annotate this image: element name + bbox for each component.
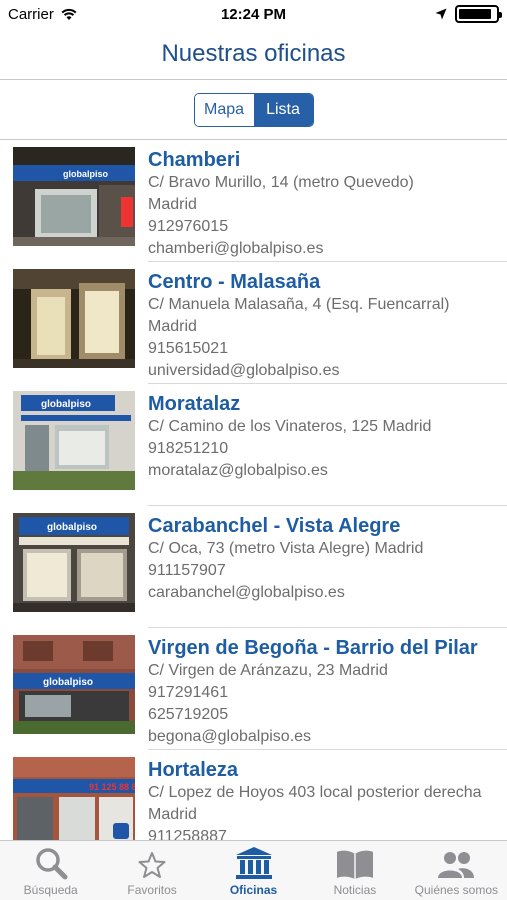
- carrier-label: Carrier: [8, 5, 54, 23]
- office-address: C/ Oca, 73 (metro Vista Alegre) Madrid: [148, 540, 424, 557]
- svg-text:91 125 88 87: 91 125 88 87: [89, 782, 135, 792]
- tab-bar: Búsqueda Favoritos Oficinas Noticias Qui…: [0, 840, 507, 900]
- office-row[interactable]: globalpiso Moratalaz C/ Camino de los Vi…: [0, 384, 507, 506]
- office-info: Centro - Malasaña C/ Manuela Malasaña, 4…: [148, 269, 455, 384]
- office-photo: globalpiso: [13, 391, 135, 490]
- office-photo: 91 125 88 87: [13, 757, 135, 840]
- office-list[interactable]: globalpiso Chamberi C/ Bravo Murillo, 14…: [0, 140, 507, 840]
- office-photo: globalpiso: [13, 513, 135, 612]
- tab-noticias[interactable]: Noticias: [304, 841, 405, 900]
- office-phone[interactable]: 911157907: [148, 560, 423, 582]
- office-phone[interactable]: 915615021: [148, 338, 449, 360]
- office-phone[interactable]: 917291461: [148, 682, 478, 704]
- search-icon: [35, 848, 68, 880]
- office-photo: globalpiso: [13, 147, 135, 246]
- tab-quienes-somos[interactable]: Quiénes somos: [406, 841, 507, 900]
- office-row[interactable]: globalpiso Chamberi C/ Bravo Murillo, 14…: [0, 140, 507, 262]
- office-name[interactable]: Hortaleza: [148, 758, 501, 782]
- office-phone[interactable]: 912976015: [148, 216, 414, 238]
- office-address: C/ Virgen de Aránzazu, 23 Madrid: [148, 662, 388, 679]
- office-photo: globalpiso: [13, 635, 135, 734]
- svg-text:globalpiso: globalpiso: [63, 169, 109, 179]
- office-email[interactable]: universidad@globalpiso.es: [148, 360, 449, 382]
- svg-text:globalpiso: globalpiso: [41, 399, 91, 410]
- office-info: Carabanchel - Vista Alegre C/ Oca, 73 (m…: [148, 513, 429, 628]
- office-info: Virgen de Begoña - Barrio del Pilar C/ V…: [148, 635, 484, 750]
- status-right: [435, 5, 502, 23]
- office-address: C/ Manuela Malasaña, 4 (Esq. Fuencarral): [148, 296, 450, 313]
- star-icon: [138, 852, 166, 878]
- tab-label: Noticias: [333, 883, 377, 897]
- wifi-icon: [61, 8, 77, 20]
- office-phone-secondary[interactable]: 625719205: [148, 704, 478, 726]
- office-city: Madrid: [148, 196, 197, 213]
- office-city: Madrid: [148, 318, 197, 335]
- tab-oficinas[interactable]: Oficinas: [203, 841, 304, 900]
- view-mode-segmented-control: Mapa Lista: [193, 92, 314, 127]
- office-name[interactable]: Chamberi: [148, 148, 414, 172]
- office-row[interactable]: globalpiso Virgen de Begoña - Barrio del…: [0, 628, 507, 750]
- office-row[interactable]: 91 125 88 87 Hortaleza C/ Lopez de Hoyos…: [0, 750, 507, 840]
- office-email[interactable]: carabanchel@globalpiso.es: [148, 582, 423, 604]
- tab-label: Oficinas: [229, 883, 278, 897]
- office-phone[interactable]: 911258887: [148, 826, 501, 840]
- office-email[interactable]: moratalaz@globalpiso.es: [148, 460, 431, 482]
- status-left: Carrier: [8, 6, 78, 23]
- segment-lista[interactable]: Lista: [253, 93, 313, 126]
- office-row[interactable]: Centro - Malasaña C/ Manuela Malasaña, 4…: [0, 262, 507, 384]
- office-address: C/ Camino de los Vinateros, 125 Madrid: [148, 418, 432, 435]
- segmented-container: Mapa Lista: [0, 80, 507, 140]
- tab-busqueda[interactable]: Búsqueda: [0, 841, 101, 900]
- battery-level: [459, 9, 492, 19]
- office-info: Chamberi C/ Bravo Murillo, 14 (metro Que…: [148, 147, 420, 262]
- segment-mapa[interactable]: Mapa: [194, 93, 254, 126]
- office-email[interactable]: begona@globalpiso.es: [148, 726, 478, 748]
- office-info: Moratalaz C/ Camino de los Vinateros, 12…: [148, 391, 437, 506]
- office-info: Hortaleza C/ Lopez de Hoyos 403 local po…: [148, 757, 507, 840]
- status-bar: Carrier 12:24 PM: [0, 0, 507, 28]
- navigation-bar: Nuestras oficinas: [0, 28, 507, 80]
- office-photo: [13, 269, 135, 368]
- battery-icon: [455, 5, 502, 23]
- office-address: C/ Bravo Murillo, 14 (metro Quevedo): [148, 174, 414, 191]
- page-title: Nuestras oficinas: [161, 39, 346, 67]
- location-arrow-icon: [435, 8, 447, 20]
- building-icon: [235, 847, 272, 879]
- tab-label: Favoritos: [127, 883, 177, 897]
- office-phone[interactable]: 918251210: [148, 438, 431, 460]
- tab-label: Búsqueda: [23, 883, 78, 897]
- office-name[interactable]: Centro - Malasaña: [148, 270, 449, 294]
- office-row[interactable]: globalpiso Carabanchel - Vista Alegre C/…: [0, 506, 507, 628]
- tab-label: Quiénes somos: [414, 883, 499, 897]
- office-name[interactable]: Moratalaz: [148, 392, 431, 416]
- people-icon: [438, 852, 475, 878]
- book-icon: [336, 850, 373, 879]
- svg-text:globalpiso: globalpiso: [47, 522, 97, 533]
- office-name[interactable]: Virgen de Begoña - Barrio del Pilar: [148, 636, 478, 660]
- tab-favoritos[interactable]: Favoritos: [101, 841, 202, 900]
- office-address: C/ Lopez de Hoyos 403 local posterior de…: [148, 784, 482, 823]
- office-email[interactable]: chamberi@globalpiso.es: [148, 238, 414, 260]
- office-name[interactable]: Carabanchel - Vista Alegre: [148, 514, 423, 538]
- svg-text:globalpiso: globalpiso: [43, 677, 93, 688]
